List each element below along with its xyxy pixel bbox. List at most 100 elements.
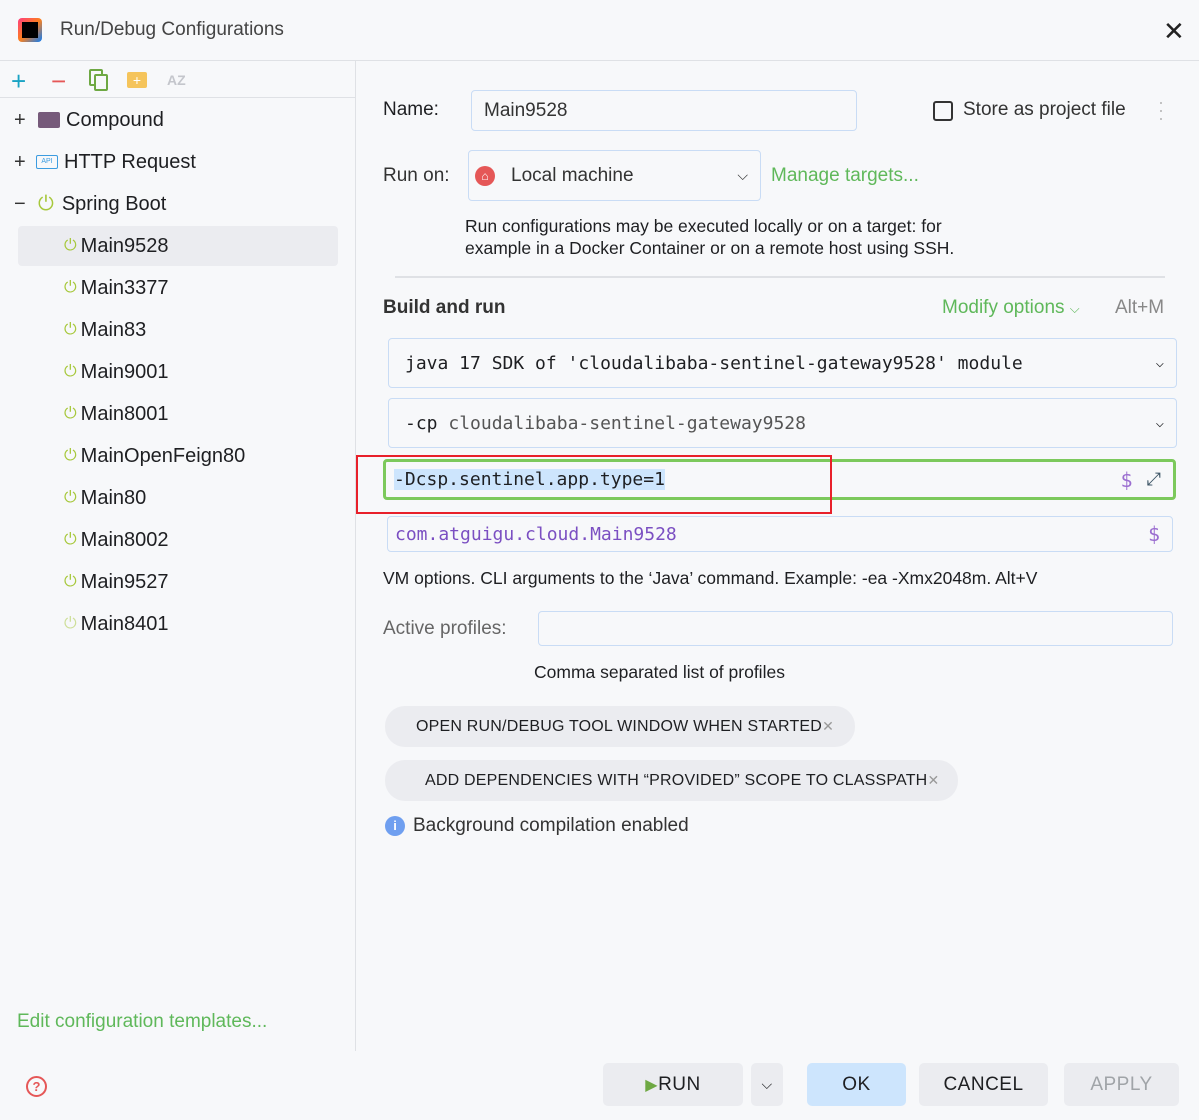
tree-item-main83[interactable]: ⏻ Main83 <box>18 310 338 350</box>
api-icon: API <box>36 155 58 169</box>
spring-boot-icon: ⏻ <box>38 192 54 215</box>
cp-flag: -cp <box>405 412 438 434</box>
tree-label: Main80 <box>80 486 147 509</box>
cancel-button[interactable]: CANCEL <box>919 1063 1048 1106</box>
app-logo <box>18 18 42 42</box>
runon-select[interactable]: ⌂ Local machine ⌵ <box>468 150 761 201</box>
runon-label: Run on: <box>383 165 450 186</box>
new-folder-icon[interactable]: + <box>127 72 147 88</box>
main-class-input[interactable]: com.atguigu.cloud.Main9528 $ <box>387 516 1173 552</box>
tree-label: Main3377 <box>80 276 169 299</box>
spring-boot-icon: ⏻ <box>64 405 77 422</box>
remove-icon[interactable]: − <box>51 66 66 97</box>
main-class-value: com.atguigu.cloud.Main9528 <box>395 523 677 545</box>
tree-label: Main9528 <box>80 234 169 257</box>
tree-label: HTTP Request <box>64 150 196 173</box>
tree-item-main9527[interactable]: ⏻ Main9527 <box>18 562 338 602</box>
expand-icon[interactable]: + <box>14 151 32 174</box>
apply-button[interactable]: APPLY <box>1064 1063 1179 1106</box>
profiles-label: Active profiles: <box>383 618 507 639</box>
tree-item-mainopenfeign80[interactable]: ⏻ MainOpenFeign80 <box>18 436 338 476</box>
shortcut-hint: Alt+M <box>1115 297 1165 318</box>
tree-label: Spring Boot <box>61 192 167 215</box>
section-title: Build and run <box>383 297 506 318</box>
runon-value: Local machine <box>511 164 634 186</box>
tree-label: Compound <box>66 108 164 131</box>
folder-icon <box>38 112 60 128</box>
store-label[interactable]: Store as project file <box>963 99 1126 121</box>
expand-icon[interactable]: + <box>14 109 32 132</box>
info-text: Background compilation enabled <box>413 815 689 836</box>
tree-label: Main8401 <box>80 612 169 635</box>
remove-chip-icon[interactable]: ✕ <box>927 772 939 789</box>
highlight-box <box>356 455 832 514</box>
classpath-select[interactable]: -cp cloudalibaba-sentinel-gateway9528 ⌵ <box>388 398 1177 448</box>
desc-line: Run configurations may be executed local… <box>465 216 942 236</box>
spring-boot-icon: ⏻ <box>64 489 77 506</box>
tree-group-compound[interactable]: + Compound <box>14 100 334 140</box>
tree-group-spring-boot[interactable]: − ⏻ Spring Boot <box>14 184 334 224</box>
copy-icon[interactable] <box>89 69 108 91</box>
collapse-icon[interactable]: − <box>14 193 32 216</box>
tree-item-main8401[interactable]: ⏻ Main8401 <box>18 604 338 644</box>
name-value: Main9528 <box>484 99 568 121</box>
profiles-hint: Comma separated list of profiles <box>534 662 785 682</box>
chip-label: OPEN RUN/DEBUG TOOL WINDOW WHEN STARTED <box>416 717 823 735</box>
window-title: Run/Debug Configurations <box>60 19 284 40</box>
chevron-down-icon: ⌵ <box>1155 355 1164 371</box>
chevron-down-icon: ⌵ <box>761 1076 773 1092</box>
spring-boot-icon: ⏻ <box>64 279 77 296</box>
macro-icon[interactable]: $ <box>1148 522 1160 546</box>
option-chip[interactable]: OPEN RUN/DEBUG TOOL WINDOW WHEN STARTED ✕ <box>385 706 855 747</box>
modify-options-label: Modify options <box>942 297 1065 318</box>
name-label: Name: <box>383 99 439 120</box>
tree-label: Main8002 <box>80 528 169 551</box>
tree-item-main9528[interactable]: ⏻ Main9528 <box>18 226 338 266</box>
expand-icon[interactable]: ⤢ <box>1147 469 1161 490</box>
jdk-select[interactable]: java 17 SDK of 'cloudalibaba-sentinel-ga… <box>388 338 1177 388</box>
run-button[interactable]: ▶ RUN <box>603 1063 743 1106</box>
close-icon[interactable]: ✕ <box>1163 16 1185 47</box>
macro-icon[interactable]: $ <box>1121 468 1133 492</box>
tree-label: Main83 <box>80 318 147 341</box>
spring-boot-icon: ⏻ <box>64 237 77 254</box>
spring-boot-icon: ⏻ <box>64 615 77 632</box>
chevron-down-icon: ⌵ <box>737 167 748 183</box>
spring-boot-icon: ⏻ <box>64 363 77 380</box>
sort-az-icon[interactable]: AZ <box>167 72 186 88</box>
divider <box>395 276 1165 278</box>
tree-item-main8001[interactable]: ⏻ Main8001 <box>18 394 338 434</box>
help-icon[interactable]: ? <box>26 1076 47 1097</box>
tree-group-http-request[interactable]: + API HTTP Request <box>14 142 334 182</box>
home-icon: ⌂ <box>475 165 495 186</box>
spring-boot-icon: ⏻ <box>64 531 77 548</box>
tree-item-main3377[interactable]: ⏻ Main3377 <box>18 268 338 308</box>
chevron-down-icon: ⌵ <box>1069 301 1080 316</box>
name-input[interactable]: Main9528 <box>471 90 857 131</box>
ok-button[interactable]: OK <box>807 1063 906 1106</box>
remove-chip-icon[interactable]: ✕ <box>822 718 834 735</box>
tree-label: Main9001 <box>80 360 169 383</box>
chevron-down-icon: ⌵ <box>1155 415 1164 431</box>
spring-boot-icon: ⏻ <box>64 573 77 590</box>
more-icon[interactable]: · · · <box>1158 93 1164 127</box>
profiles-input[interactable] <box>538 611 1173 646</box>
tree-label: Main9527 <box>80 570 169 593</box>
run-icon: ▶ <box>645 1076 659 1094</box>
add-icon[interactable]: + <box>11 66 26 97</box>
store-checkbox[interactable] <box>933 101 953 121</box>
edit-templates-link[interactable]: Edit configuration templates... <box>17 1011 267 1033</box>
manage-targets-link[interactable]: Manage targets... <box>771 165 919 187</box>
run-dropdown-button[interactable]: ⌵ <box>751 1063 783 1106</box>
info-icon: i <box>385 816 405 836</box>
cp-value: cloudalibaba-sentinel-gateway9528 <box>448 412 806 434</box>
option-chip[interactable]: ADD DEPENDENCIES WITH “PROVIDED” SCOPE T… <box>385 760 958 801</box>
tree-item-main80[interactable]: ⏻ Main80 <box>18 478 338 518</box>
tree-item-main8002[interactable]: ⏻ Main8002 <box>18 520 338 560</box>
modify-options-link[interactable]: Modify options ⌵ <box>942 297 1080 319</box>
jdk-value: java 17 SDK of 'cloudalibaba-sentinel-ga… <box>405 352 1023 374</box>
tree-item-main9001[interactable]: ⏻ Main9001 <box>18 352 338 392</box>
desc-line: example in a Docker Container or on a re… <box>465 238 955 258</box>
runon-description: Run configurations may be executed local… <box>465 215 954 259</box>
tree-label: MainOpenFeign80 <box>80 444 246 467</box>
